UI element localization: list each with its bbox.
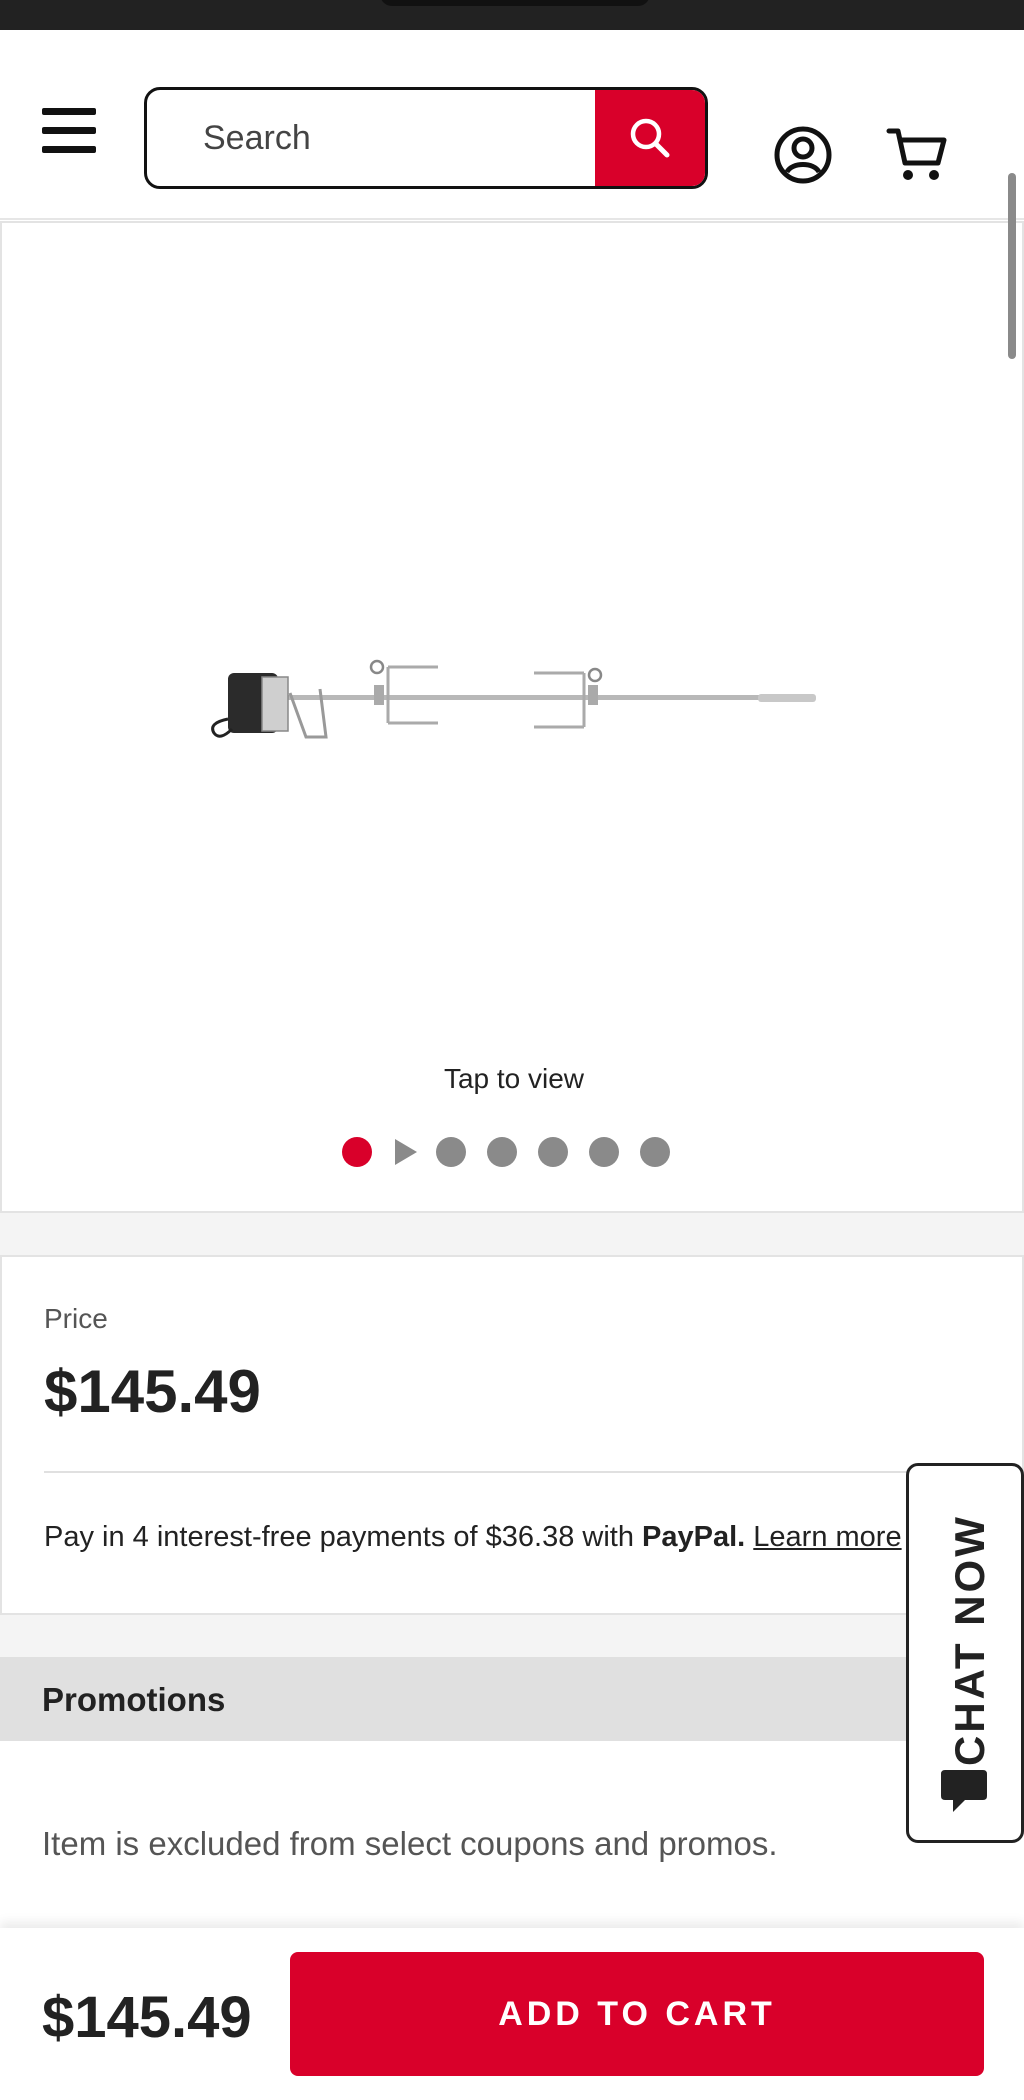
promotions-text: Item is excluded from select coupons and… <box>42 1825 778 1862</box>
search-box <box>144 87 708 189</box>
menu-line <box>42 108 96 115</box>
gallery-dot[interactable] <box>640 1137 670 1167</box>
price-card: Price $145.49 Pay in 4 interest-free pay… <box>0 1255 1024 1615</box>
divider <box>44 1471 984 1473</box>
promotions-title: Promotions <box>42 1681 226 1718</box>
product-image-gallery[interactable]: Tap to view <box>0 221 1024 1213</box>
add-to-cart-button[interactable]: ADD TO CART <box>290 1952 984 2076</box>
section-divider <box>0 1213 1024 1255</box>
paypal-installments: Pay in 4 interest-free payments of $36.3… <box>44 1521 914 1554</box>
rotisserie-product-image <box>211 659 816 739</box>
search-input[interactable] <box>147 90 599 186</box>
play-icon[interactable] <box>395 1139 417 1165</box>
chat-bubble-icon <box>941 1770 987 1812</box>
promotions-header: Promotions <box>0 1657 1024 1741</box>
learn-more-link[interactable]: Learn more <box>753 1521 901 1553</box>
paypal-text: Pay in 4 interest-free payments of $36.3… <box>44 1521 643 1553</box>
status-bar <box>0 0 1024 30</box>
gallery-pagination <box>342 1134 670 1170</box>
chat-now-button[interactable]: CHAT NOW <box>906 1463 1024 1843</box>
sticky-purchase-bar: $145.49 ADD TO CART <box>0 1928 1024 2100</box>
menu-line <box>42 146 96 153</box>
price-label: Price <box>44 1303 108 1334</box>
gallery-dot-active[interactable] <box>342 1137 372 1167</box>
paypal-brand: PayPal. <box>642 1521 746 1553</box>
account-icon[interactable] <box>773 125 833 185</box>
promotions-body: Item is excluded from select coupons and… <box>0 1741 1024 1931</box>
section-divider <box>0 1615 1024 1657</box>
product-price: $145.49 <box>44 1358 261 1425</box>
menu-line <box>42 127 96 134</box>
hamburger-menu-icon[interactable] <box>40 106 100 158</box>
gallery-dot[interactable] <box>436 1137 466 1167</box>
camera-notch <box>380 0 650 6</box>
tap-to-view-label: Tap to view <box>443 1063 585 1094</box>
gallery-dot[interactable] <box>487 1137 517 1167</box>
gallery-dot[interactable] <box>589 1137 619 1167</box>
footer-price: $145.49 <box>42 1985 252 2050</box>
product-page: Tap to view Price $145.49 Pay in 4 inter… <box>0 0 1024 2100</box>
chat-now-label: CHAT NOW <box>946 1514 993 1766</box>
search-icon <box>630 118 670 158</box>
cart-icon[interactable] <box>886 123 948 185</box>
search-button[interactable] <box>595 90 705 186</box>
site-header <box>0 30 1024 220</box>
gallery-dot[interactable] <box>538 1137 568 1167</box>
page-scrollbar[interactable] <box>1008 173 1016 359</box>
